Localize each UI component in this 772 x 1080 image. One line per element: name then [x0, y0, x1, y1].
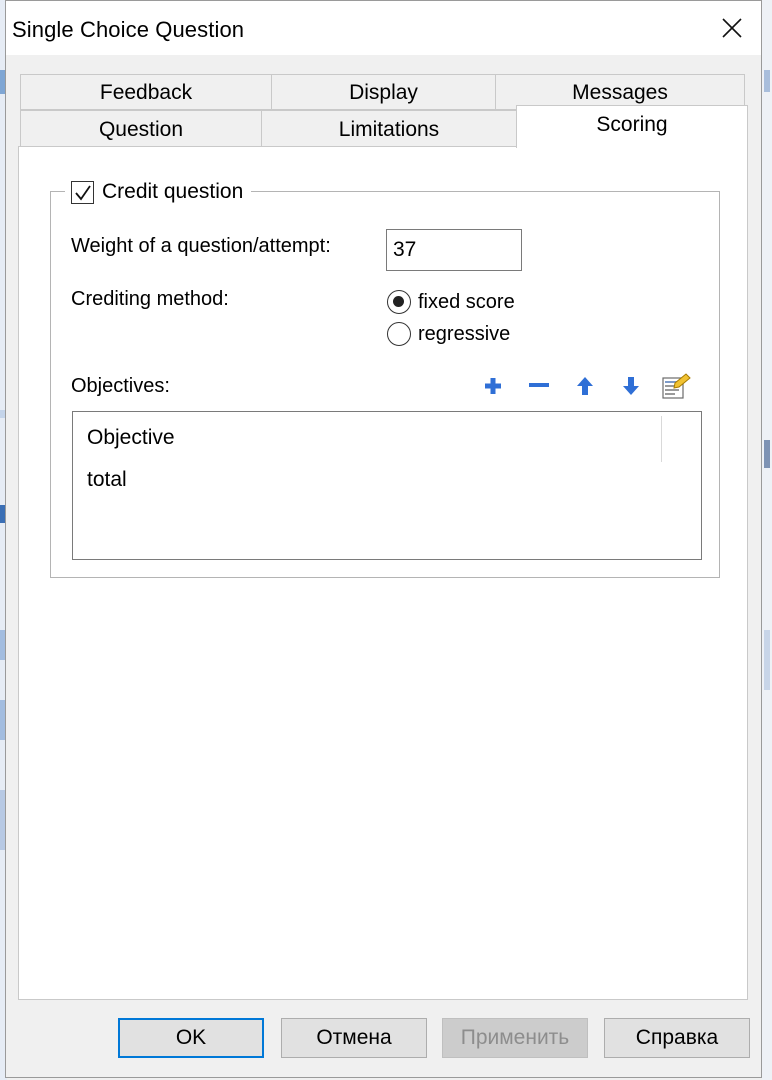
radio-fixed-score-label: fixed score [418, 290, 515, 313]
objective-properties-button[interactable] [661, 371, 691, 401]
move-down-icon [623, 377, 639, 395]
credit-question-label: Credit question [102, 180, 244, 203]
credit-question-checkbox[interactable] [71, 180, 94, 204]
ok-button[interactable]: OK [118, 1018, 264, 1058]
tab-messages-label: Messages [572, 81, 668, 104]
tab-limitations[interactable]: Limitations [261, 110, 517, 147]
close-icon [722, 18, 742, 38]
cancel-button[interactable]: Отмена [281, 1018, 427, 1058]
window-title: Single Choice Question [12, 17, 245, 42]
tab-feedback[interactable]: Feedback [20, 74, 272, 110]
list-item[interactable]: total [87, 468, 127, 492]
objective-column-header[interactable]: Objective [87, 426, 175, 450]
tab-feedback-label: Feedback [99, 81, 193, 104]
remove-icon [529, 383, 549, 387]
crediting-method-label: Crediting method: [71, 288, 229, 310]
tab-question-label: Question [98, 118, 184, 141]
radio-fixed-score[interactable]: fixed score [387, 290, 515, 314]
objectives-list[interactable]: Objective total [72, 411, 702, 560]
remove-objective-button[interactable] [524, 371, 554, 401]
weight-label: Weight of a question/attempt: [71, 235, 331, 257]
single-choice-question-dialog: Single Choice Question Feedback Display … [5, 0, 762, 1078]
move-down-button[interactable] [616, 371, 646, 401]
column-separator [661, 416, 662, 462]
radio-regressive-label: regressive [418, 322, 511, 345]
tab-display-label: Display [349, 81, 418, 104]
title-bar: Single Choice Question [6, 1, 761, 55]
credit-question-legend: Credit question [65, 178, 252, 206]
objectives-label: Objectives: [71, 375, 170, 397]
radio-regressive[interactable]: regressive [387, 322, 510, 346]
weight-input[interactable] [386, 229, 522, 271]
radio-regressive-button[interactable] [387, 322, 411, 346]
move-up-button[interactable] [570, 371, 600, 401]
tab-question[interactable]: Question [20, 110, 262, 147]
close-button[interactable] [703, 1, 761, 55]
tab-limitations-label: Limitations [338, 118, 440, 141]
tab-display[interactable]: Display [271, 74, 496, 110]
add-icon [485, 378, 501, 394]
help-button[interactable]: Справка [604, 1018, 750, 1058]
checkmark-icon [75, 184, 91, 200]
credit-question-group: Credit question Weight of a question/att… [50, 178, 720, 578]
properties-icon [662, 373, 691, 399]
add-objective-button[interactable] [478, 371, 508, 401]
tab-scoring-label: Scoring [596, 113, 668, 136]
radio-fixed-score-button[interactable] [387, 290, 411, 314]
apply-button[interactable]: Применить [442, 1018, 588, 1058]
background-window-edge-right [762, 0, 772, 1080]
scoring-panel: Credit question Weight of a question/att… [18, 146, 748, 1000]
tab-scoring[interactable]: Scoring [516, 105, 748, 148]
move-up-icon [577, 377, 593, 395]
